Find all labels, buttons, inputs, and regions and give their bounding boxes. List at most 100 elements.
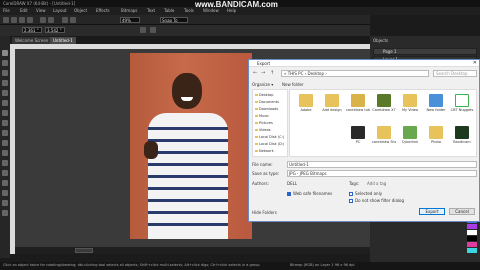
print-icon[interactable] bbox=[27, 17, 33, 23]
menu-bar: File Edit View Layout Object Effects Bit… bbox=[0, 7, 480, 15]
nav-item[interactable]: Network bbox=[255, 149, 274, 153]
color-swatch[interactable] bbox=[467, 242, 477, 247]
snap-to-dropdown[interactable]: Snap To bbox=[160, 17, 188, 23]
transparency-icon[interactable] bbox=[2, 180, 8, 186]
menu-table[interactable]: Table bbox=[164, 8, 174, 13]
color-swatch[interactable] bbox=[467, 224, 477, 229]
color-swatch[interactable] bbox=[467, 230, 477, 235]
polygon-tool-icon[interactable] bbox=[2, 130, 8, 136]
folder-item[interactable]: coreldraw tutorial bbox=[346, 92, 370, 122]
new-folder-button[interactable]: New folder bbox=[282, 82, 304, 87]
color-swatch[interactable] bbox=[467, 248, 477, 253]
eyedropper-icon[interactable] bbox=[2, 190, 8, 196]
page-1-tab[interactable] bbox=[75, 248, 93, 253]
menu-bitmaps[interactable]: Bitmaps bbox=[121, 8, 137, 13]
save-icon[interactable] bbox=[19, 17, 25, 23]
person-shirt bbox=[148, 113, 228, 239]
file-list: Adobe Add design coreldraw tutorial Core… bbox=[289, 89, 477, 157]
back-arrow-icon[interactable]: ← bbox=[253, 70, 257, 76]
file-item[interactable]: Bandicam bbox=[450, 124, 474, 154]
width-field[interactable]: 2.361 " bbox=[22, 27, 42, 33]
nav-item[interactable]: Desktop bbox=[255, 93, 273, 97]
zoom-tool-icon[interactable] bbox=[2, 80, 8, 86]
drop-shadow-icon[interactable] bbox=[2, 170, 8, 176]
web-safe-checkbox[interactable] bbox=[287, 192, 291, 196]
file-item[interactable]: coreldraw Shortcut bbox=[372, 124, 396, 154]
hide-folders-toggle[interactable]: Hide Folders bbox=[252, 210, 277, 215]
nav-item[interactable]: Local Disk (C:) bbox=[255, 135, 284, 139]
nav-item[interactable]: Videos bbox=[255, 128, 271, 132]
close-icon[interactable]: ✕ bbox=[473, 60, 477, 66]
undo-icon[interactable] bbox=[40, 17, 46, 23]
export-button[interactable]: Export bbox=[419, 208, 445, 215]
zoom-level[interactable]: 49% bbox=[120, 17, 140, 23]
organize-button[interactable]: Organize ▾ bbox=[252, 82, 273, 87]
menu-help[interactable]: Help bbox=[227, 8, 236, 13]
rectangle-tool-icon[interactable] bbox=[2, 110, 8, 116]
up-arrow-icon[interactable]: ↑ bbox=[270, 70, 274, 76]
file-name-input[interactable]: Untitled-1 bbox=[287, 161, 477, 168]
connector-tool-icon[interactable] bbox=[2, 160, 8, 166]
height-field[interactable]: 3.542 " bbox=[45, 27, 65, 33]
menu-tools[interactable]: Tools bbox=[184, 8, 194, 13]
text-tool-icon[interactable] bbox=[2, 140, 8, 146]
authors-value[interactable]: DELL bbox=[287, 181, 297, 186]
do-not-show-checkbox[interactable] bbox=[349, 199, 353, 203]
tab-untitled-1[interactable]: Untitled-1 bbox=[50, 37, 76, 44]
save-type-select[interactable]: JPG - JPEG Bitmaps bbox=[287, 170, 477, 177]
bitmap-photo[interactable] bbox=[130, 53, 252, 239]
new-icon[interactable] bbox=[3, 17, 9, 23]
folder-item[interactable]: My Video bbox=[398, 92, 422, 122]
selected-only-checkbox[interactable] bbox=[349, 192, 353, 196]
tags-input[interactable]: Add a tag bbox=[367, 181, 386, 186]
crop-tool-icon[interactable] bbox=[2, 70, 8, 76]
file-item[interactable]: CBT Nuggets bbox=[450, 92, 474, 122]
folder-item[interactable]: New folder bbox=[424, 92, 448, 122]
open-icon[interactable] bbox=[11, 17, 17, 23]
menu-file[interactable]: File bbox=[3, 8, 10, 13]
search-input[interactable]: Search Desktop bbox=[433, 70, 477, 77]
folder-item[interactable]: Adobe bbox=[294, 92, 318, 122]
file-item[interactable]: Cyberlink bbox=[398, 124, 422, 154]
export-icon[interactable] bbox=[70, 17, 76, 23]
nav-item[interactable]: Documents bbox=[255, 100, 279, 104]
interactive-fill-icon[interactable] bbox=[2, 200, 8, 206]
import-icon[interactable] bbox=[62, 17, 68, 23]
cancel-button[interactable]: Cancel bbox=[449, 208, 475, 215]
redo-icon[interactable] bbox=[48, 17, 54, 23]
folder-item[interactable]: Coreldraw X7 bbox=[372, 92, 396, 122]
menu-effects[interactable]: Effects bbox=[96, 8, 110, 13]
nav-item[interactable]: Pictures bbox=[255, 121, 273, 125]
artistic-media-icon[interactable] bbox=[2, 100, 8, 106]
parallel-dimension-icon[interactable] bbox=[2, 150, 8, 156]
menu-object[interactable]: Object bbox=[74, 8, 87, 13]
status-object-info: Bitmap (RGB) on Layer 1 96 x 96 dpi bbox=[290, 263, 355, 267]
status-bar: Click an object twice for rotating/skewi… bbox=[0, 262, 480, 270]
export-dialog: Export ✕ ← → ↑ « THIS PC › Desktop › Sea… bbox=[248, 59, 480, 222]
file-item[interactable]: PC bbox=[346, 124, 370, 154]
tab-welcome-screen[interactable]: Welcome Screen bbox=[12, 37, 52, 44]
address-bar[interactable]: « THIS PC › Desktop › bbox=[281, 70, 429, 77]
menu-edit[interactable]: Edit bbox=[20, 8, 28, 13]
menu-layout[interactable]: Layout bbox=[53, 8, 67, 13]
nav-item[interactable]: Music bbox=[255, 114, 269, 118]
person-hand bbox=[144, 141, 158, 159]
forward-arrow-icon[interactable]: → bbox=[261, 70, 265, 76]
color-swatch[interactable] bbox=[467, 236, 477, 241]
menu-view[interactable]: View bbox=[36, 8, 46, 13]
menu-text[interactable]: Text bbox=[147, 8, 155, 13]
trace-icon[interactable] bbox=[140, 27, 146, 33]
freehand-tool-icon[interactable] bbox=[2, 90, 8, 96]
shape-tool-icon[interactable] bbox=[2, 60, 8, 66]
nav-item[interactable]: Local Disk (D:) bbox=[255, 142, 284, 146]
file-item[interactable]: Photo bbox=[424, 124, 448, 154]
nav-item[interactable]: Downloads bbox=[255, 107, 278, 111]
menu-window[interactable]: Window bbox=[203, 8, 219, 13]
smart-fill-icon[interactable] bbox=[2, 210, 8, 216]
folder-item[interactable]: Add design bbox=[320, 92, 344, 122]
edit-bitmap-icon[interactable] bbox=[150, 27, 156, 33]
docker-page-row[interactable]: Page 1 bbox=[373, 48, 477, 55]
ellipse-tool-icon[interactable] bbox=[2, 120, 8, 126]
page-navigator bbox=[15, 247, 370, 254]
pick-tool-icon[interactable] bbox=[2, 50, 8, 56]
